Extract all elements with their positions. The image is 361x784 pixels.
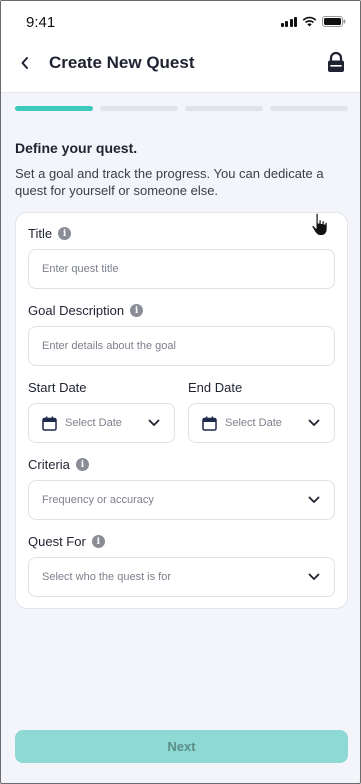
page-title: Create New Quest (49, 53, 195, 72)
lock-icon (328, 51, 344, 72)
start-date-placeholder: Select Date (65, 417, 122, 429)
info-icon[interactable]: i (75, 458, 89, 471)
step-2 (100, 106, 178, 111)
quest-form-card: Title i Enter quest title Goal Descripti… (15, 212, 348, 609)
lock-button[interactable] (326, 51, 346, 73)
info-icon[interactable]: i (58, 227, 72, 240)
signal-icon (280, 16, 297, 27)
criteria-placeholder: Frequency or accuracy (42, 494, 154, 506)
title-input[interactable]: Enter quest title (28, 249, 335, 289)
title-label-text: Title (28, 226, 53, 241)
title-placeholder: Enter quest title (42, 263, 119, 275)
chevron-down-icon (308, 573, 320, 580)
start-date-label: Start Date (28, 380, 87, 395)
wifi-icon (302, 16, 317, 27)
intro-description: Set a goal and track the progress. You c… (15, 166, 324, 198)
chevron-down-icon (148, 419, 160, 426)
status-time: 9:41 (26, 14, 56, 31)
title-label: Title i (28, 226, 72, 241)
end-date-placeholder: Select Date (225, 417, 282, 429)
goal-description-input[interactable]: Enter details about the goal (28, 326, 335, 366)
progress-stepper (15, 106, 348, 111)
end-date-label: End Date (188, 380, 242, 395)
end-date-picker[interactable]: Select Date (188, 403, 335, 443)
quest-for-placeholder: Select who the quest is for (42, 571, 172, 583)
info-icon[interactable]: i (130, 304, 144, 317)
calendar-icon (202, 416, 217, 431)
status-icons (280, 16, 347, 27)
step-4 (270, 106, 348, 111)
step-3 (185, 106, 263, 111)
chevron-down-icon (308, 419, 320, 426)
back-button[interactable] (15, 53, 35, 73)
chevron-left-icon (21, 57, 28, 69)
start-date-label-text: Start Date (28, 380, 87, 395)
goal-placeholder: Enter details about the goal (42, 340, 176, 352)
quest-for-label-text: Quest For (28, 534, 86, 549)
start-date-picker[interactable]: Select Date (28, 403, 175, 443)
top-bar: 9:41 Create New Quest (1, 1, 360, 93)
next-button[interactable]: Next (15, 730, 348, 763)
end-date-label-text: End Date (188, 380, 243, 395)
quest-for-label: Quest For i (28, 534, 105, 549)
step-1 (15, 106, 93, 111)
chevron-down-icon (308, 496, 320, 503)
quest-for-select[interactable]: Select who the quest is for (28, 557, 335, 597)
info-icon[interactable]: i (91, 535, 105, 548)
hand-cursor-icon (311, 212, 328, 236)
criteria-label-text: Criteria (28, 457, 70, 472)
intro-title: Define your quest. (15, 140, 138, 156)
phone-screen: 9:41 Create New Quest Define your quest.… (0, 0, 361, 784)
calendar-icon (42, 416, 57, 431)
status-bar: 9:41 (1, 1, 360, 45)
goal-label-text: Goal Description (28, 303, 125, 318)
battery-icon (322, 16, 346, 27)
criteria-label: Criteria i (28, 457, 89, 472)
header: Create New Quest (1, 45, 360, 81)
criteria-select[interactable]: Frequency or accuracy (28, 480, 335, 520)
goal-label: Goal Description i (28, 303, 144, 318)
